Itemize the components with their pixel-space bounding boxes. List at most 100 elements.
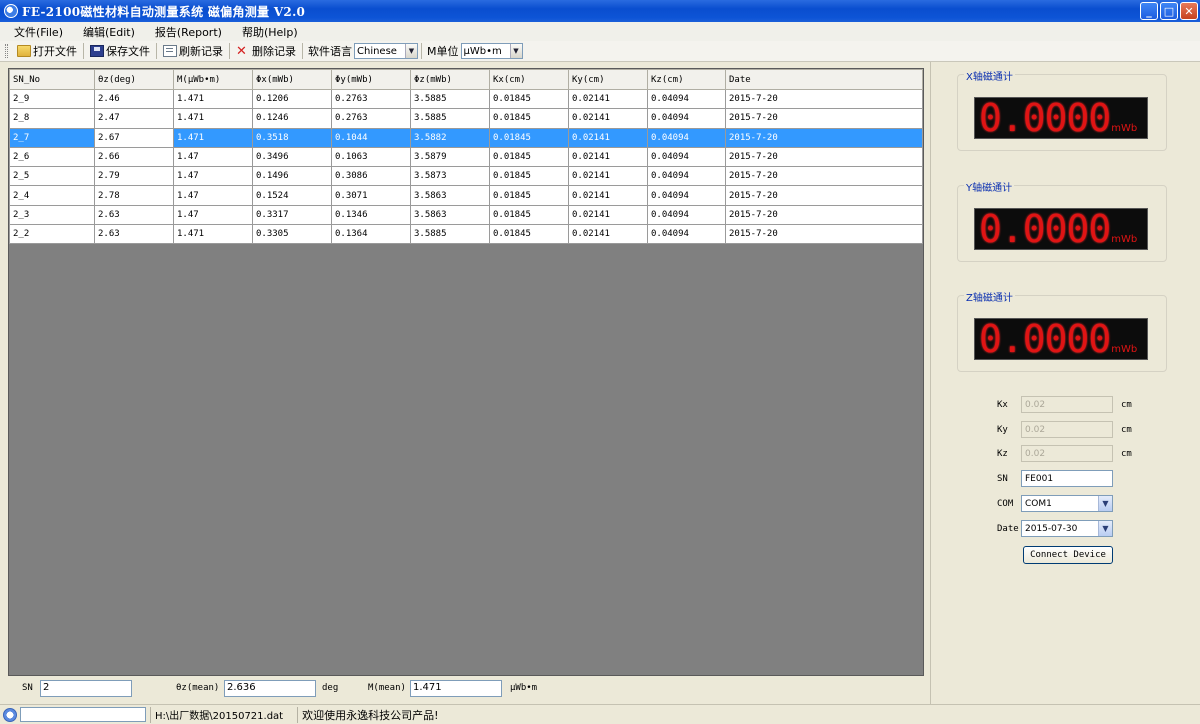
- minimize-button[interactable]: _: [1140, 2, 1158, 20]
- table-cell[interactable]: 2_5: [9, 166, 95, 187]
- table-cell[interactable]: 0.3071: [331, 185, 411, 206]
- language-select[interactable]: Chinese ▼: [354, 43, 418, 59]
- column-header[interactable]: SN_No: [9, 69, 95, 90]
- table-cell[interactable]: 2015-7-20: [725, 185, 923, 206]
- table-cell[interactable]: 0.02141: [568, 204, 648, 226]
- table-cell[interactable]: 0.1524: [252, 185, 332, 206]
- table-cell[interactable]: 3.5863: [410, 204, 490, 226]
- table-cell[interactable]: 0.1044: [331, 127, 411, 148]
- chevron-down-icon[interactable]: ▼: [405, 44, 417, 58]
- table-cell[interactable]: 3.5879: [410, 146, 490, 168]
- table-cell[interactable]: 3.5885: [410, 108, 490, 129]
- table-cell[interactable]: 0.01845: [489, 108, 569, 129]
- table-cell[interactable]: 0.04094: [647, 185, 726, 206]
- table-cell[interactable]: 1.471: [173, 127, 253, 148]
- menu-file[interactable]: 文件(File): [14, 24, 63, 40]
- table-cell[interactable]: 2_3: [9, 204, 95, 226]
- delete-records-button[interactable]: ✕ 删除记录: [233, 42, 299, 60]
- table-cell[interactable]: 2.67: [94, 127, 174, 148]
- column-header[interactable]: M(μWb•m): [173, 69, 253, 90]
- table-cell[interactable]: 3.5885: [410, 224, 490, 245]
- unit-select[interactable]: μWb•m ▼: [460, 43, 523, 59]
- table-cell[interactable]: 2.46: [94, 88, 174, 110]
- ky-input[interactable]: 0.02: [1021, 421, 1113, 438]
- table-cell[interactable]: 1.471: [173, 224, 253, 245]
- table-cell[interactable]: 0.04094: [647, 204, 726, 226]
- close-button[interactable]: ✕: [1180, 2, 1198, 20]
- table-cell[interactable]: 0.02141: [568, 185, 648, 206]
- menu-help[interactable]: 帮助(Help): [242, 24, 298, 40]
- column-header[interactable]: Φx(mWb): [252, 69, 332, 90]
- table-cell[interactable]: 0.01845: [489, 185, 569, 206]
- table-cell[interactable]: 0.01845: [489, 127, 569, 148]
- table-cell[interactable]: 2.66: [94, 146, 174, 168]
- table-cell[interactable]: 0.1364: [331, 224, 411, 245]
- table-cell[interactable]: 0.1206: [252, 88, 332, 110]
- table-cell[interactable]: 3.5863: [410, 185, 490, 206]
- table-row[interactable]: 2_3 2.63 1.47 0.3317 0.1346 3.5863 0.01845 0.02…: [9, 204, 923, 226]
- table-cell[interactable]: 0.1063: [331, 146, 411, 168]
- save-file-button[interactable]: 保存文件: [87, 42, 153, 60]
- table-row[interactable]: 2_9 2.46 1.471 0.1206 0.2763 3.5885 0.01845 0.0…: [9, 88, 923, 110]
- table-cell[interactable]: 3.5885: [410, 88, 490, 110]
- column-header[interactable]: θz(deg): [94, 69, 174, 90]
- maximize-button[interactable]: □: [1160, 2, 1178, 20]
- table-cell[interactable]: 2015-7-20: [725, 88, 923, 110]
- table-cell[interactable]: 0.04094: [647, 146, 726, 168]
- table-cell[interactable]: 2.78: [94, 185, 174, 206]
- connect-device-button[interactable]: Connect Device: [1023, 546, 1113, 564]
- table-row[interactable]: 2_4 2.78 1.47 0.1524 0.3071 3.5863 0.01845 0.02…: [9, 185, 923, 206]
- table-cell[interactable]: 0.3317: [252, 204, 332, 226]
- chevron-down-icon[interactable]: ▼: [1098, 496, 1112, 511]
- table-cell[interactable]: 1.47: [173, 146, 253, 168]
- table-cell[interactable]: 0.04094: [647, 108, 726, 129]
- chevron-down-icon[interactable]: ▼: [509, 44, 522, 58]
- table-cell[interactable]: 2.63: [94, 224, 174, 245]
- table-cell[interactable]: 0.04094: [647, 224, 726, 245]
- device-sn-input[interactable]: FE001: [1021, 470, 1113, 487]
- table-cell[interactable]: 0.04094: [647, 166, 726, 187]
- column-header[interactable]: Date: [725, 69, 923, 90]
- table-cell[interactable]: 0.01845: [489, 224, 569, 245]
- open-file-button[interactable]: 打开文件: [14, 42, 80, 60]
- table-cell[interactable]: 2015-7-20: [725, 224, 923, 245]
- table-cell[interactable]: 0.2763: [331, 108, 411, 129]
- refresh-records-button[interactable]: 刷新记录: [160, 42, 226, 60]
- table-cell[interactable]: 0.3305: [252, 224, 332, 245]
- table-cell[interactable]: 0.3496: [252, 146, 332, 168]
- stats-sn-field[interactable]: 2: [40, 679, 132, 697]
- table-cell[interactable]: 0.01845: [489, 146, 569, 168]
- table-cell[interactable]: 0.1346: [331, 204, 411, 226]
- table-cell[interactable]: 2.47: [94, 108, 174, 129]
- chevron-down-icon[interactable]: ▼: [1098, 521, 1112, 536]
- menu-report[interactable]: 报告(Report): [155, 24, 222, 40]
- table-cell[interactable]: 2.79: [94, 166, 174, 187]
- table-cell[interactable]: 0.02141: [568, 88, 648, 110]
- table-row[interactable]: 2_2 2.63 1.471 0.3305 0.1364 3.5885 0.01845 0.0…: [9, 224, 923, 245]
- table-cell[interactable]: 0.04094: [647, 127, 726, 148]
- table-cell[interactable]: 0.3518: [252, 127, 332, 148]
- table-cell[interactable]: 2.63: [94, 204, 174, 226]
- table-cell[interactable]: 2015-7-20: [725, 166, 923, 187]
- stats-m-field[interactable]: 1.471: [410, 679, 502, 697]
- date-picker[interactable]: 2015-07-30 ▼: [1021, 520, 1113, 537]
- table-cell[interactable]: 0.02141: [568, 166, 648, 187]
- table-cell[interactable]: 2_2: [9, 224, 95, 245]
- table-cell[interactable]: 0.1246: [252, 108, 332, 129]
- table-cell[interactable]: 0.2763: [331, 88, 411, 110]
- column-header[interactable]: Kz(cm): [647, 69, 726, 90]
- table-row[interactable]: 2_6 2.66 1.47 0.3496 0.1063 3.5879 0.01845 0.02…: [9, 146, 923, 168]
- com-select[interactable]: COM1 ▼: [1021, 495, 1113, 512]
- table-cell[interactable]: 0.02141: [568, 108, 648, 129]
- menu-edit[interactable]: 编辑(Edit): [83, 24, 135, 40]
- table-cell[interactable]: 0.02141: [568, 146, 648, 168]
- table-cell[interactable]: 1.47: [173, 166, 253, 187]
- table-cell[interactable]: 2015-7-20: [725, 146, 923, 168]
- table-cell[interactable]: 2015-7-20: [725, 204, 923, 226]
- column-header[interactable]: Ky(cm): [568, 69, 648, 90]
- table-row[interactable]: 2_5 2.79 1.47 0.1496 0.3086 3.5873 0.01845 0.02…: [9, 166, 923, 187]
- column-header[interactable]: Φy(mWb): [331, 69, 411, 90]
- column-header[interactable]: Kx(cm): [489, 69, 569, 90]
- stats-theta-field[interactable]: 2.636: [224, 679, 316, 697]
- table-cell[interactable]: 0.02141: [568, 127, 648, 148]
